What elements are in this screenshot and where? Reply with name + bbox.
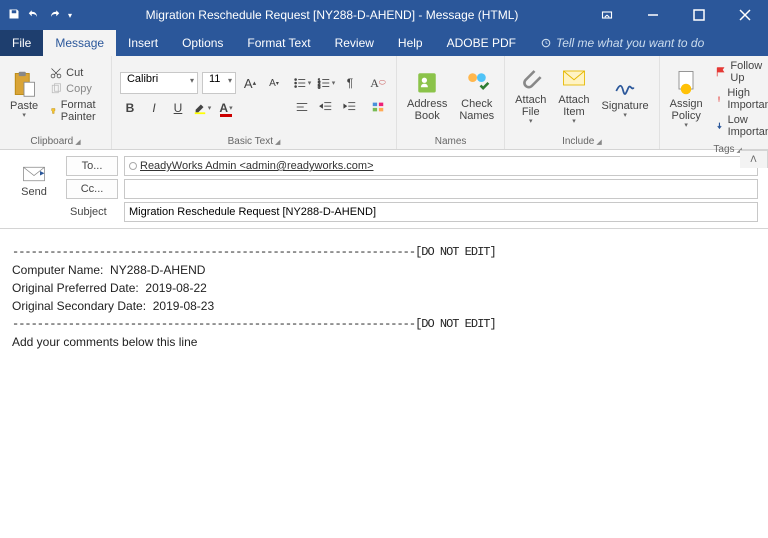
- send-button[interactable]: Send: [10, 156, 58, 206]
- tab-message[interactable]: Message: [43, 30, 116, 56]
- group-clipboard: Paste▾ Cut Copy Format Painter Clipboard…: [0, 56, 112, 149]
- tab-review[interactable]: Review: [323, 30, 386, 56]
- indent-button[interactable]: [340, 97, 360, 117]
- font-size-select[interactable]: 11: [202, 72, 236, 94]
- subject-field[interactable]: Migration Reschedule Request [NY288-D-AH…: [124, 202, 758, 222]
- underline-button[interactable]: U: [168, 98, 188, 118]
- to-button[interactable]: To...: [66, 156, 118, 176]
- group-include: Attach File▾ Attach Item▾ Signature▾ Inc…: [505, 56, 659, 149]
- grow-font-button[interactable]: A▴: [240, 73, 260, 93]
- follow-up-button[interactable]: Follow Up▾: [715, 60, 768, 84]
- message-body[interactable]: ----------------------------------------…: [0, 229, 768, 365]
- paste-button[interactable]: Paste▾: [4, 66, 44, 124]
- tab-insert[interactable]: Insert: [116, 30, 170, 56]
- close-button[interactable]: [722, 0, 768, 30]
- shrink-font-button[interactable]: A▾: [264, 73, 284, 93]
- clear-format-button[interactable]: A⬭: [368, 73, 388, 93]
- attach-file-button[interactable]: Attach File▾: [509, 60, 552, 130]
- tell-me-search[interactable]: Tell me what you want to do: [528, 30, 716, 56]
- body-line-computer: Computer Name: NY288-D-AHEND: [12, 261, 756, 279]
- assign-policy-button[interactable]: Assign Policy▾: [664, 64, 709, 134]
- ribbon: Paste▾ Cut Copy Format Painter Clipboard…: [0, 56, 768, 150]
- cc-field[interactable]: [124, 179, 758, 199]
- maximize-button[interactable]: [676, 0, 722, 30]
- copy-button: Copy: [50, 83, 101, 95]
- cc-button[interactable]: Cc...: [66, 179, 118, 199]
- styles-button[interactable]: [368, 97, 388, 117]
- window-title: Migration Reschedule Request [NY288-D-AH…: [80, 8, 584, 22]
- bold-button[interactable]: B: [120, 98, 140, 118]
- pilcrow-button[interactable]: ¶: [340, 73, 360, 93]
- high-importance-button[interactable]: !High Importance: [715, 87, 768, 111]
- group-tags: Assign Policy▾ Follow Up▾ !High Importan…: [660, 56, 768, 149]
- attach-item-button[interactable]: Attach Item▾: [552, 60, 595, 130]
- minimize-button[interactable]: [630, 0, 676, 30]
- presence-icon: [129, 162, 137, 170]
- marker-bottom: ----------------------------------------…: [12, 315, 756, 333]
- check-names-button[interactable]: Check Names: [453, 64, 500, 126]
- tab-help[interactable]: Help: [386, 30, 435, 56]
- format-painter-button[interactable]: Format Painter: [50, 99, 101, 123]
- tab-format-text[interactable]: Format Text: [235, 30, 322, 56]
- font-name-select[interactable]: Calibri: [120, 72, 198, 94]
- ribbon-mode-icon[interactable]: [584, 0, 630, 30]
- align-button[interactable]: [292, 97, 312, 117]
- cut-button[interactable]: Cut: [50, 67, 101, 79]
- body-line-secondary: Original Secondary Date: 2019-08-23: [12, 297, 756, 315]
- outdent-button[interactable]: [316, 97, 336, 117]
- signature-button[interactable]: Signature▾: [596, 66, 655, 124]
- undo-icon[interactable]: [28, 8, 40, 23]
- svg-text:3: 3: [318, 84, 321, 89]
- italic-button[interactable]: I: [144, 98, 164, 118]
- body-comments-hint: Add your comments below this line: [12, 333, 756, 351]
- tab-file[interactable]: File: [0, 30, 43, 56]
- group-basic-text: Calibri 11 A▴ A▾ B I U A 123 ¶: [112, 56, 397, 149]
- to-field[interactable]: ReadyWorks Admin <admin@readyworks.com>: [124, 156, 758, 176]
- bullets-button[interactable]: [292, 73, 312, 93]
- message-header: Send To... ReadyWorks Admin <admin@ready…: [0, 150, 768, 229]
- numbering-button[interactable]: 123: [316, 73, 336, 93]
- subject-label: Subject: [66, 202, 118, 222]
- low-importance-button[interactable]: Low Importance: [715, 114, 768, 138]
- redo-icon[interactable]: [48, 8, 60, 23]
- ribbon-tabs: File Message Insert Options Format Text …: [0, 30, 768, 56]
- qa-more-icon[interactable]: ▾: [68, 11, 72, 20]
- tab-options[interactable]: Options: [170, 30, 235, 56]
- save-icon[interactable]: [8, 8, 20, 23]
- tab-adobe-pdf[interactable]: ADOBE PDF: [435, 30, 528, 56]
- font-color-button[interactable]: A: [216, 98, 236, 118]
- collapse-ribbon-button[interactable]: ᐱ: [740, 150, 768, 168]
- svg-text:!: !: [717, 95, 720, 104]
- group-names: Address Book Check Names Names: [397, 56, 505, 149]
- highlight-button[interactable]: [192, 98, 212, 118]
- body-line-preferred: Original Preferred Date: 2019-08-22: [12, 279, 756, 297]
- titlebar: ▾ Migration Reschedule Request [NY288-D-…: [0, 0, 768, 30]
- address-book-button[interactable]: Address Book: [401, 64, 453, 126]
- marker-top: ----------------------------------------…: [12, 243, 756, 261]
- recipient-chip[interactable]: ReadyWorks Admin <admin@readyworks.com>: [140, 160, 374, 172]
